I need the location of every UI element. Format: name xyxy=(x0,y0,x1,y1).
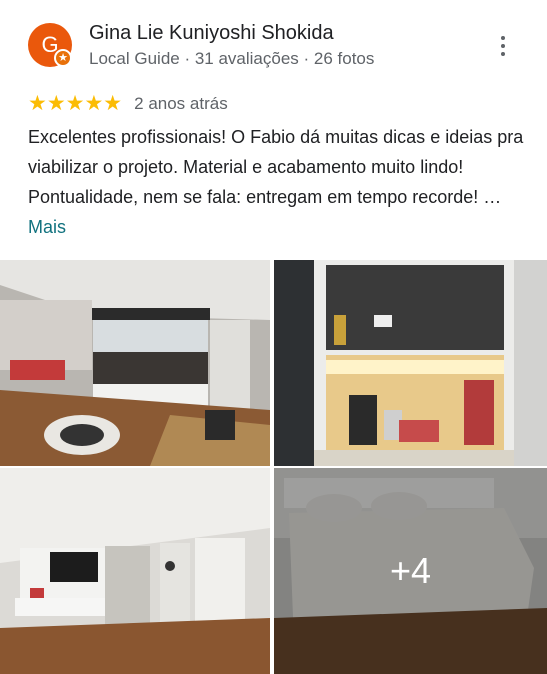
photo-tv-wall[interactable] xyxy=(0,468,270,674)
star-rating-icon: ★★★★★ xyxy=(28,92,123,115)
review-text-block: Excelentes profissionais! O Fabio dá mui… xyxy=(28,122,528,242)
review-header: G ★ Gina Lie Kuniyoshi Shokida Local Gui… xyxy=(0,0,547,90)
kitchen-shelf-photo xyxy=(274,260,547,466)
more-link[interactable]: Mais xyxy=(28,217,66,237)
rating-row: ★★★★★ 2 anos atrás xyxy=(28,92,228,116)
photo-living-room[interactable] xyxy=(0,260,270,466)
living-room-photo xyxy=(0,260,270,466)
more-options-icon[interactable] xyxy=(491,32,515,60)
review-date: 2 anos atrás xyxy=(134,94,228,113)
more-photos-count: +4 xyxy=(274,468,547,674)
photo-bedroom-more[interactable]: +4 xyxy=(274,468,547,674)
photo-grid: +4 xyxy=(0,260,547,674)
review-text: Excelentes profissionais! O Fabio dá mui… xyxy=(28,127,524,207)
local-guide-star-icon: ★ xyxy=(54,49,72,67)
reviewer-meta: Local Guide · 31 avaliações · 26 fotos xyxy=(89,49,375,68)
photo-kitchen-shelf[interactable] xyxy=(274,260,547,466)
tv-wall-photo xyxy=(0,468,270,674)
reviewer-name[interactable]: Gina Lie Kuniyoshi Shokida xyxy=(89,22,334,45)
